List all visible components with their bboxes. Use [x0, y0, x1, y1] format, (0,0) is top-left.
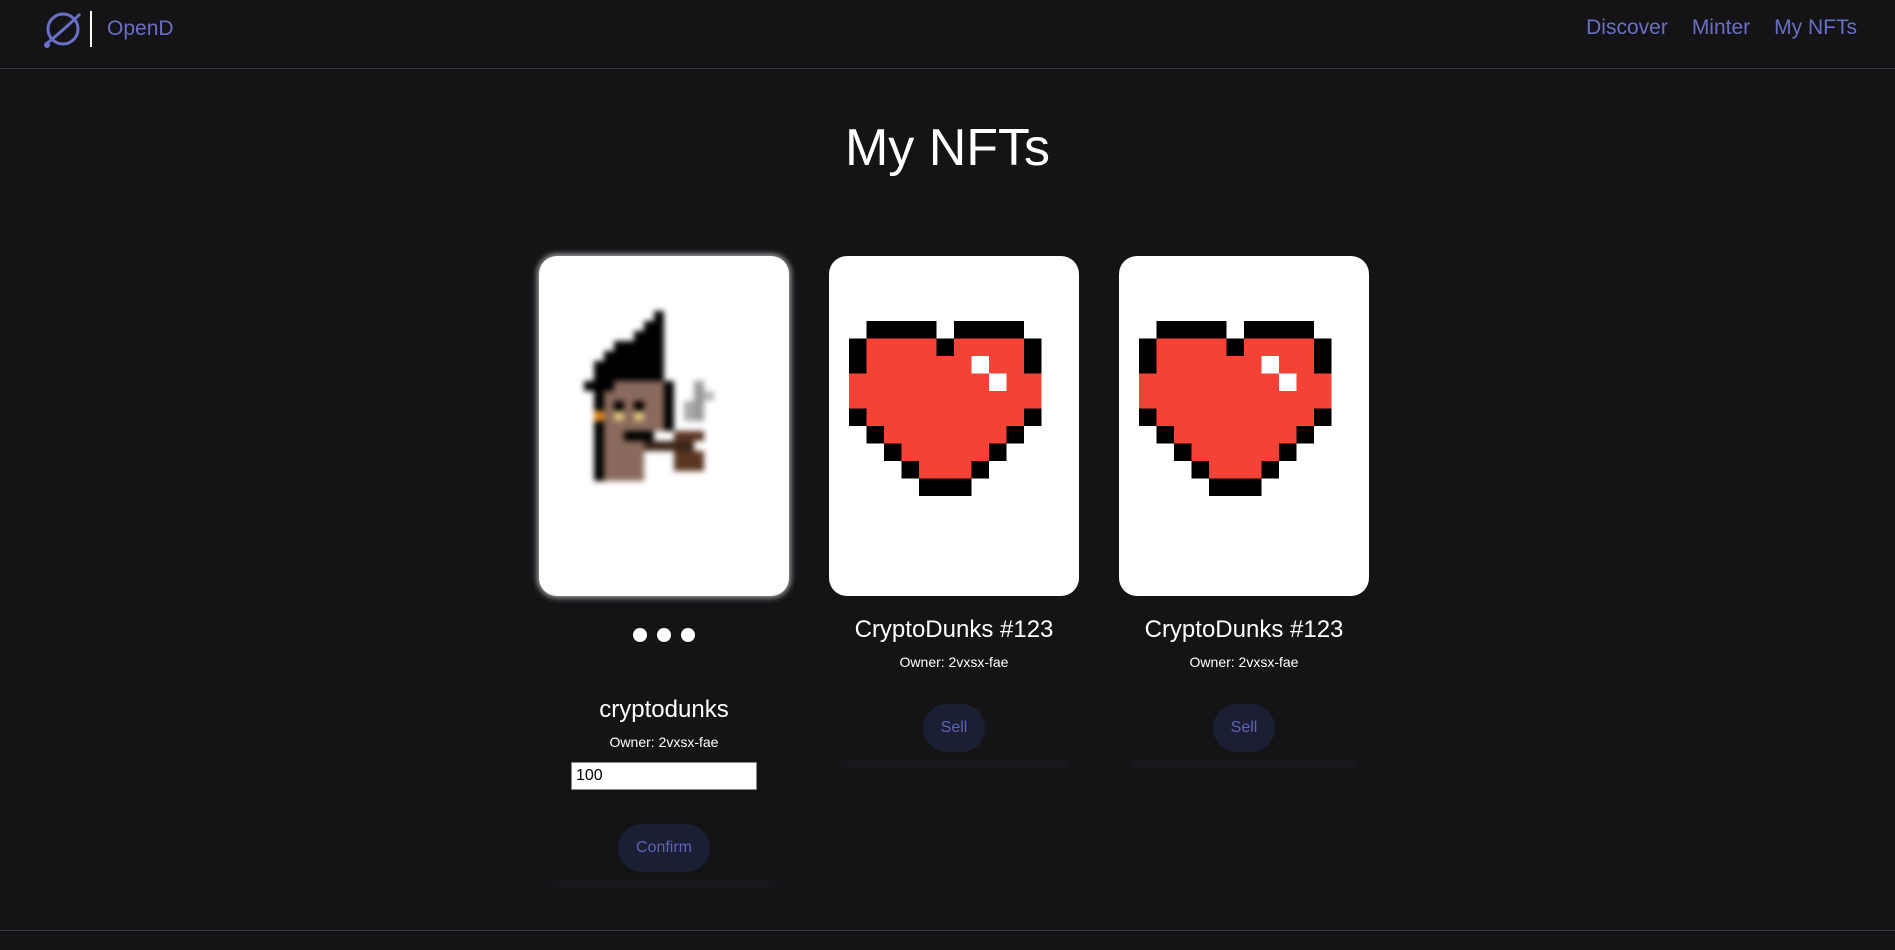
nav-minter[interactable]: Minter	[1692, 16, 1750, 40]
nft-name: cryptodunks	[599, 696, 729, 723]
pixel-heart-image	[1139, 321, 1332, 496]
nft-name: CryptoDunks #123	[1144, 616, 1344, 643]
loading-indicator	[539, 628, 789, 642]
price-input[interactable]	[571, 762, 757, 790]
card-shadow	[1129, 760, 1359, 768]
nft-name: CryptoDunks #123	[854, 616, 1054, 643]
nft-image[interactable]	[1119, 256, 1369, 596]
nft-owner: Owner: 2vxsx-fae	[609, 734, 719, 750]
sell-button[interactable]: Sell	[922, 704, 986, 752]
logo-divider	[90, 11, 92, 47]
nft-image[interactable]	[829, 256, 1079, 596]
confirm-button[interactable]: Confirm	[617, 824, 710, 872]
nav-discover[interactable]: Discover	[1586, 16, 1668, 40]
nav-my-nfts[interactable]: My NFTs	[1774, 16, 1857, 40]
page-title: My NFTs	[844, 119, 1051, 177]
sell-button[interactable]: Sell	[1212, 704, 1276, 752]
nft-card: CryptoDunks #123 Owner: 2vxsx-fae Sell	[1119, 256, 1369, 768]
brand-link[interactable]: OpenD	[107, 17, 174, 41]
planet-logo-icon[interactable]	[42, 8, 84, 50]
footer-divider	[0, 930, 1895, 931]
nft-image[interactable]	[539, 256, 789, 596]
top-header: OpenD Discover Minter My NFTs	[0, 0, 1895, 69]
nft-owner: Owner: 2vxsx-fae	[1189, 654, 1299, 670]
loader-dot	[681, 628, 695, 642]
pixel-heart-image	[849, 321, 1042, 496]
card-shadow	[839, 760, 1069, 768]
card-shadow	[549, 880, 779, 888]
main-nav: Discover Minter My NFTs	[1562, 16, 1857, 40]
nft-card: cryptodunks Owner: 2vxsx-fae Confirm	[539, 256, 789, 888]
nft-card: CryptoDunks #123 Owner: 2vxsx-fae Sell	[829, 256, 1079, 768]
nft-owner: Owner: 2vxsx-fae	[899, 654, 1009, 670]
loader-dot	[657, 628, 671, 642]
pixel-punk-image	[584, 311, 714, 481]
loader-dot	[633, 628, 647, 642]
